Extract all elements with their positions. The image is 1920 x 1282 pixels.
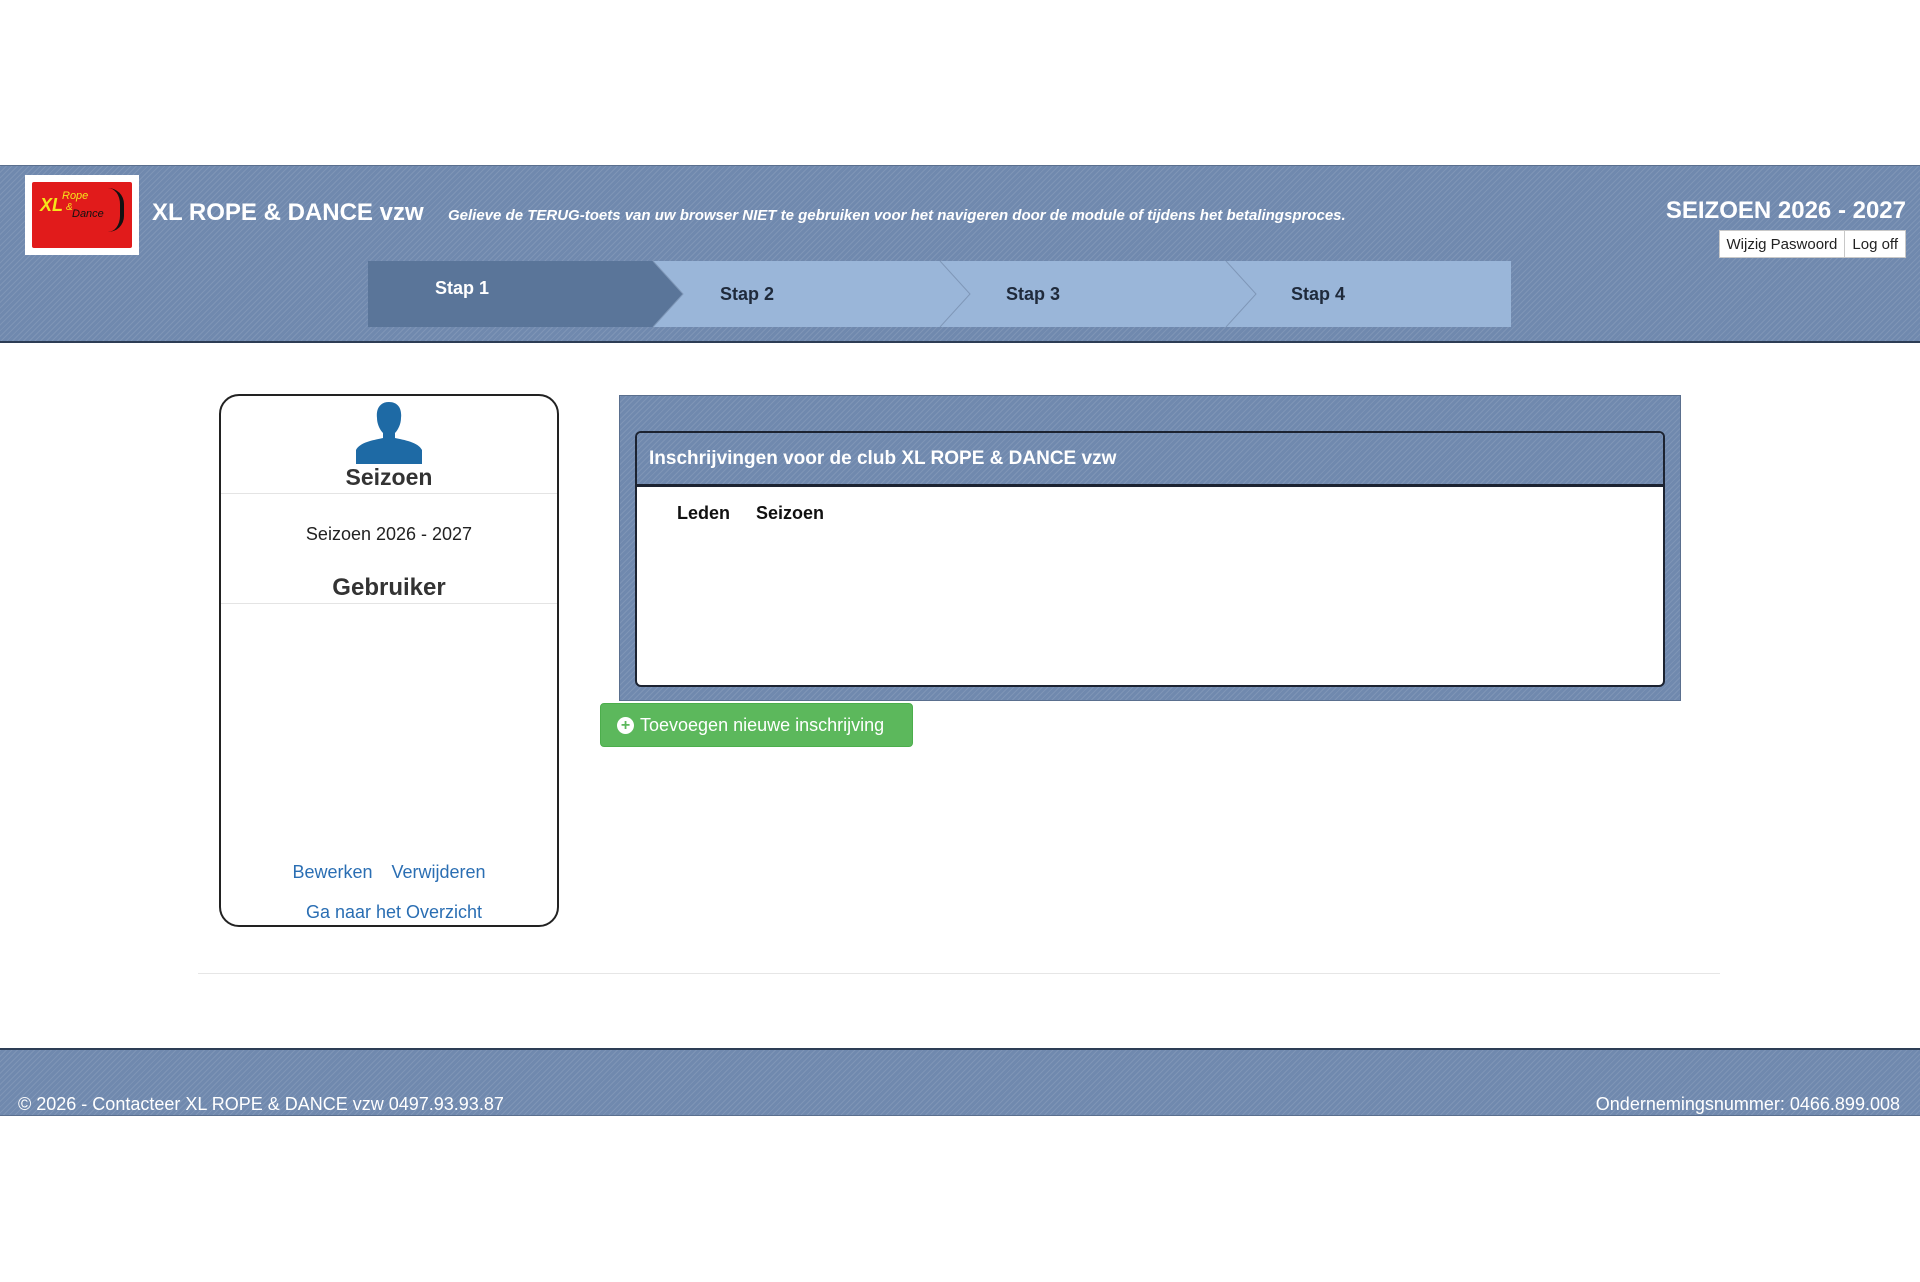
- step-4-label[interactable]: Stap 4: [1291, 284, 1345, 305]
- season-title: Seizoen: [345, 464, 433, 490]
- footer: © 2026 - Contacteer XL ROPE & DANCE vzw …: [0, 1048, 1920, 1116]
- logo-dance-text: Dance: [72, 208, 104, 220]
- dancer-figure-icon: [108, 188, 124, 232]
- horizontal-rule: [198, 973, 1720, 974]
- season-user-card: Seizoen Seizoen 2026 - 2027 Gebruiker Be…: [219, 394, 559, 927]
- user-avatar-icon: [356, 402, 422, 464]
- add-registration-label: Toevoegen nieuwe inschrijving: [640, 714, 885, 735]
- overview-row: Ga naar het Overzicht: [221, 902, 557, 923]
- logo-xl-text: XL: [40, 195, 64, 215]
- logo-image: XL Rope & Dance: [32, 182, 132, 248]
- user-title: Gebruiker: [332, 574, 446, 601]
- edit-link[interactable]: Bewerken: [292, 862, 372, 882]
- registrations-table-header: Leden Seizoen: [637, 487, 1663, 524]
- back-button-warning: Gelieve de TERUG-toets van uw browser NI…: [448, 207, 1346, 224]
- log-off-button[interactable]: Log off: [1845, 230, 1906, 258]
- header: XL Rope & Dance XL ROPE & DANCE vzw Geli…: [0, 165, 1920, 343]
- season-heading: SEIZOEN 2026 - 2027: [1665, 197, 1906, 224]
- divider: [221, 603, 557, 604]
- plus-circle-icon: +: [617, 716, 634, 734]
- club-name: XL ROPE & DANCE vzw: [152, 199, 424, 226]
- step-3-label[interactable]: Stap 3: [1006, 284, 1060, 305]
- registrations-panel: Inschrijvingen voor de club XL ROPE & DA…: [619, 395, 1681, 701]
- user-actions: Wijzig Paswoord Log off: [1718, 230, 1906, 258]
- divider: [221, 493, 557, 494]
- step-wizard: Stap 1 Stap 2 Stap 3 Stap 4: [368, 261, 1511, 327]
- step-4-shape: [1226, 261, 1511, 327]
- club-logo[interactable]: XL Rope & Dance: [25, 175, 139, 255]
- logo-rope-text: Rope: [62, 190, 89, 202]
- delete-link[interactable]: Verwijderen: [392, 862, 486, 882]
- step-2-shape: [653, 261, 970, 327]
- change-password-button[interactable]: Wijzig Paswoord: [1718, 230, 1846, 258]
- step-2-label[interactable]: Stap 2: [720, 284, 774, 305]
- column-header-leden: Leden: [677, 503, 731, 523]
- overview-link[interactable]: Ga naar het Overzicht: [306, 902, 482, 922]
- footer-contact: © 2026 - Contacteer XL ROPE & DANCE vzw …: [18, 1094, 504, 1114]
- column-header-seizoen: Seizoen: [756, 503, 825, 523]
- season-value: Seizoen 2026 - 2027: [305, 524, 473, 544]
- registrations-box: Inschrijvingen voor de club XL ROPE & DA…: [635, 431, 1665, 687]
- step-1-shape: [368, 261, 683, 327]
- user-links: Bewerken Verwijderen: [221, 862, 557, 883]
- step-1-label[interactable]: Stap 1: [435, 278, 489, 299]
- step-3-shape: [940, 261, 1256, 327]
- footer-company-number: Ondernemingsnummer: 0466.899.008: [1595, 1094, 1900, 1114]
- add-registration-button[interactable]: + Toevoegen nieuwe inschrijving: [600, 703, 913, 747]
- registrations-title: Inschrijvingen voor de club XL ROPE & DA…: [637, 433, 1663, 487]
